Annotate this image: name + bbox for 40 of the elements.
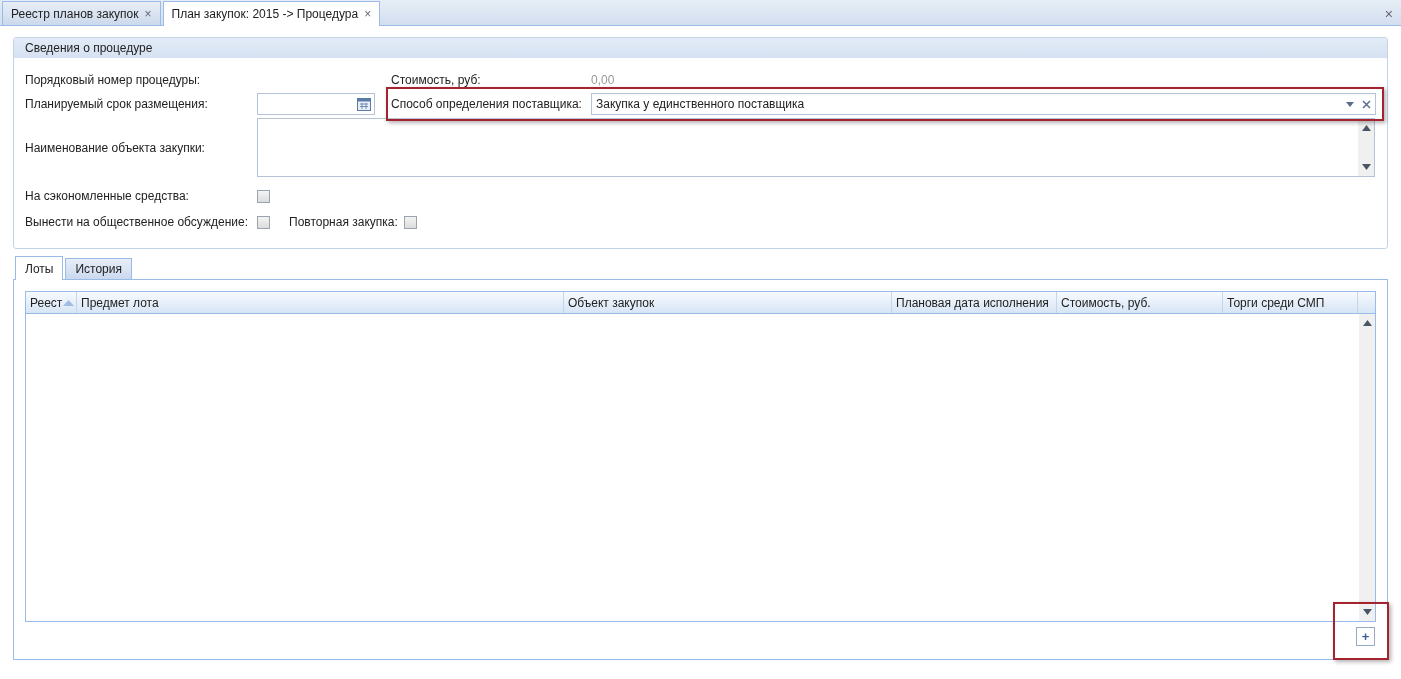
caret-icon[interactable] [1346,101,1354,107]
scrollbar[interactable] [1358,119,1374,176]
close-icon[interactable] [1362,99,1371,109]
panel-title: Сведения о процедуре [14,38,1387,58]
date-field[interactable] [257,93,375,115]
checkbox-label: Повторная закупка: [289,214,398,231]
calendar-icon[interactable] [357,97,371,111]
tab[interactable]: История [65,258,132,279]
column-header[interactable]: Плановая дата исполнения [892,292,1057,313]
field-value: 0,00 [591,72,615,89]
sort-icon [63,299,75,306]
checkbox[interactable] [403,215,417,229]
scroll-down-icon[interactable] [1361,164,1371,170]
scroll-up-icon[interactable] [1362,320,1372,326]
checkbox-label: Вынести на общественное обсуждение: [25,214,249,231]
column-header[interactable]: Торги среди СМП [1223,292,1358,313]
checkbox-label: На сэкономленные средства: [25,188,190,205]
column-header[interactable]: Реест [26,292,77,313]
add-button[interactable]: + [1356,627,1375,646]
field-label: Способ определения поставщика: [391,96,583,113]
scrollbar[interactable] [1359,314,1375,621]
close-icon[interactable]: × [364,5,372,23]
scroll-down-icon[interactable] [1362,609,1372,615]
dropdown-field[interactable]: Закупка у единственного поставщика [591,93,1376,115]
column-header[interactable]: Предмет лота [77,292,564,313]
field-label: Планируемый срок размещения: [25,96,209,113]
field-label: Наименование объекта закупки: [25,139,206,157]
column-header[interactable]: Объект закупок [564,292,892,313]
tab[interactable]: Реестр планов закупок × [2,1,161,25]
field-label: Порядковый номер процедуры: [25,72,202,89]
scroll-up-icon[interactable] [1361,125,1371,131]
tab[interactable]: План закупок: 2015 -> Процедура × [162,1,381,26]
field-label: Стоимость, руб: [391,72,482,89]
column-header[interactable]: Стоимость, руб. [1057,292,1223,313]
close-icon[interactable]: × [1384,4,1393,25]
close-icon[interactable]: × [144,4,152,23]
text-area[interactable] [257,118,1375,177]
checkbox[interactable] [257,189,270,203]
tab[interactable]: Лоты [15,256,64,280]
checkbox[interactable] [257,215,270,229]
